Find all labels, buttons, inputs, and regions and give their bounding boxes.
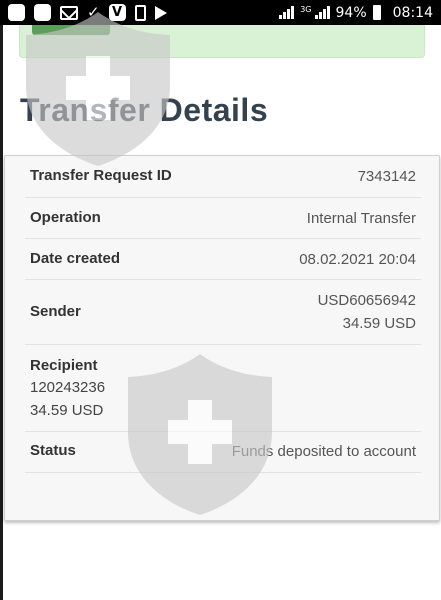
mail-icon bbox=[60, 5, 78, 20]
sender-amount: 34.59 USD bbox=[342, 315, 416, 332]
date-created-value: 08.02.2021 20:04 bbox=[299, 251, 416, 268]
transfer-details-card: Transfer Request ID 7343142 Operation In… bbox=[4, 155, 440, 521]
success-alert bbox=[19, 25, 425, 58]
screen-edge bbox=[0, 0, 3, 600]
detail-row-recipient: Recipient 120243236 34.59 USD bbox=[25, 345, 421, 432]
detail-row-operation: Operation Internal Transfer bbox=[25, 198, 421, 239]
request-id-value: 7343142 bbox=[357, 168, 416, 185]
date-created-label: Date created bbox=[30, 250, 121, 267]
sender-label: Sender bbox=[30, 303, 81, 320]
clock: 08:14 bbox=[392, 4, 433, 21]
v-app-icon: V bbox=[108, 4, 126, 21]
signal-icon-2 bbox=[314, 6, 330, 19]
operation-label: Operation bbox=[30, 209, 101, 226]
recipient-amount: 34.59 USD bbox=[30, 402, 104, 419]
signal-icon bbox=[279, 6, 295, 19]
page-title: Transfer Details bbox=[20, 92, 269, 128]
notification-icons: ✓ V bbox=[8, 4, 167, 21]
battery-icon bbox=[372, 5, 381, 20]
status-value: Funds deposited to account bbox=[231, 443, 416, 460]
detail-row-date: Date created 08.02.2021 20:04 bbox=[25, 239, 421, 280]
system-indicators: 3G 94% 08:14 bbox=[279, 5, 433, 21]
status-bar: ✓ V 3G 94% 08:14 bbox=[0, 0, 441, 25]
alert-button[interactable] bbox=[32, 25, 110, 35]
phone-icon bbox=[134, 4, 146, 21]
download-check-icon: ✓ bbox=[87, 3, 100, 21]
request-id-label: Transfer Request ID bbox=[30, 167, 172, 184]
sender-account: USD60656942 bbox=[317, 292, 416, 309]
operation-value: Internal Transfer bbox=[306, 210, 416, 227]
recipient-label: Recipient bbox=[30, 357, 98, 374]
recipient-account: 120243236 bbox=[30, 379, 106, 396]
network-type-label: 3G bbox=[300, 4, 312, 14]
detail-row-sender: Sender USD60656942 34.59 USD bbox=[25, 280, 421, 345]
detail-row-status: Status Funds deposited to account bbox=[25, 432, 421, 473]
battery-percent: 94% bbox=[335, 4, 367, 21]
app-icon bbox=[8, 4, 25, 21]
detail-row-request-id: Transfer Request ID 7343142 bbox=[25, 156, 421, 198]
play-store-icon bbox=[154, 5, 167, 20]
status-label: Status bbox=[30, 442, 76, 459]
app-icon bbox=[34, 4, 51, 21]
